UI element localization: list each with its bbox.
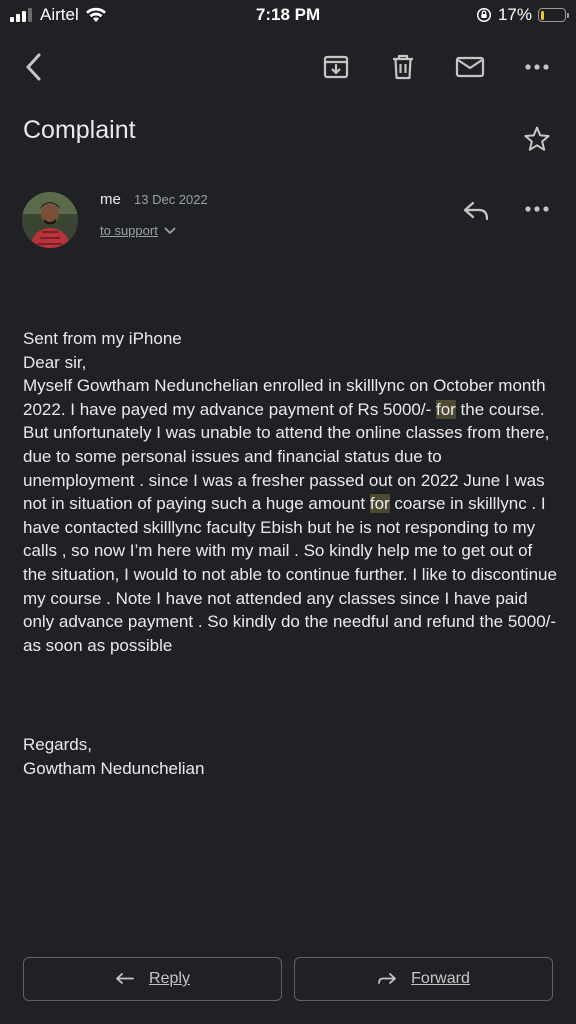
email-date: 13 Dec 2022 — [134, 192, 208, 207]
email-subject: Complaint — [23, 116, 136, 144]
forward-icon — [378, 973, 397, 984]
recipient-label: to support — [100, 223, 158, 238]
reply-icon — [463, 201, 489, 221]
star-icon — [524, 126, 550, 151]
search-highlight: for — [435, 399, 456, 419]
orientation-lock-icon — [476, 7, 492, 23]
more-icon — [525, 206, 549, 212]
body-line-greeting: Dear sir, — [23, 352, 87, 372]
archive-icon — [323, 55, 349, 79]
avatar[interactable] — [22, 192, 78, 248]
reply-label: Reply — [149, 970, 190, 987]
star-button[interactable] — [520, 122, 554, 156]
battery-icon — [538, 8, 569, 22]
regards-line: Regards, — [23, 735, 92, 754]
mark-unread-button[interactable] — [451, 50, 489, 84]
signature-line: Gowtham Nedunchelian — [23, 759, 205, 778]
back-button[interactable] — [16, 50, 50, 84]
body-line-sent-from: Sent from my iPhone — [23, 329, 182, 348]
email-body: Sent from my iPhone Dear sir, Myself Gow… — [23, 327, 557, 657]
message-more-button[interactable] — [519, 194, 555, 224]
more-icon — [525, 64, 549, 70]
forward-label: Forward — [411, 970, 470, 987]
search-highlight: for — [369, 494, 390, 514]
battery-percent: 17% — [497, 5, 532, 24]
forward-button[interactable]: Forward — [294, 957, 553, 1001]
delete-button[interactable] — [385, 50, 421, 84]
recipient-details-toggle[interactable]: to support — [100, 223, 176, 238]
reply-icon-button[interactable] — [458, 194, 494, 228]
reply-icon — [116, 973, 134, 984]
mail-icon — [455, 56, 485, 78]
battery-level — [540, 10, 545, 20]
signoff: Regards, Gowtham Nedunchelian — [23, 733, 204, 781]
status-bar: Airtel 7:18 PM 17% — [0, 0, 576, 30]
avatar-photo — [22, 192, 78, 248]
trash-icon — [393, 54, 413, 80]
reply-button[interactable]: Reply — [23, 957, 282, 1001]
more-options-button[interactable] — [519, 50, 555, 84]
status-right: 17% — [476, 5, 569, 25]
body-paragraph: Myself Gowtham Nedunchelian enrolled in … — [23, 374, 557, 657]
back-arrow-icon — [26, 53, 41, 81]
archive-button[interactable] — [318, 50, 354, 84]
chevron-down-icon — [164, 227, 176, 234]
body-text-segment: coarse in skilllync . I have contacted s… — [23, 494, 557, 655]
sender-name: me — [100, 191, 121, 208]
